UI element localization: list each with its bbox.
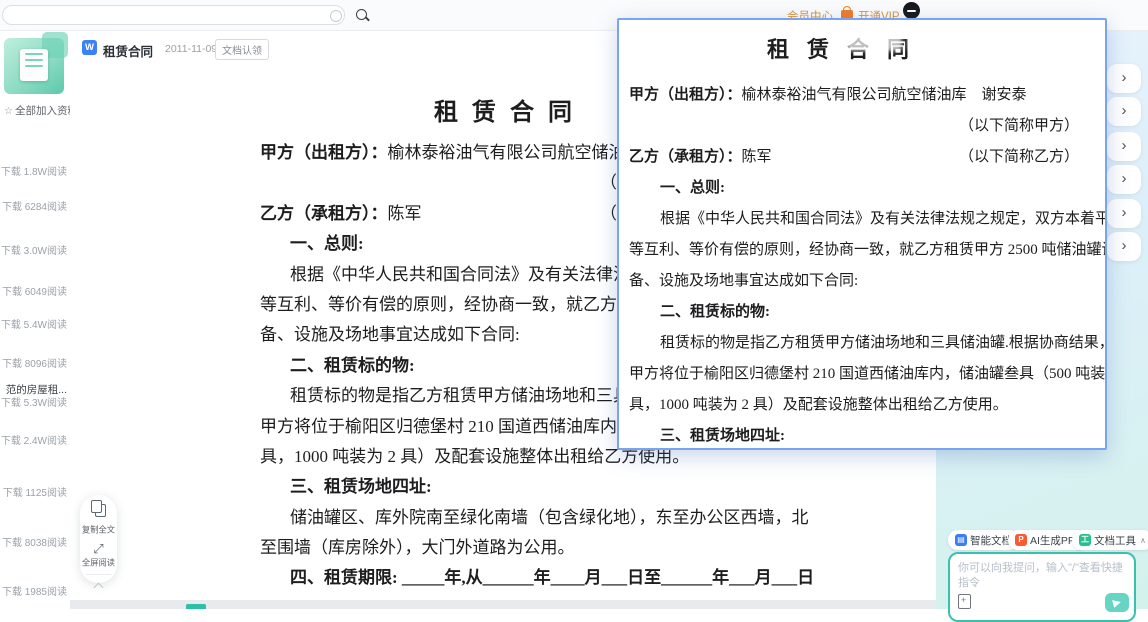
chevron-right-icon: ›: [1122, 102, 1127, 119]
doc-line: 备、设施及场地事宜达成如下合同:: [629, 266, 1101, 297]
chevron-right-icon: ›: [1122, 204, 1127, 221]
sidebar-doc-stats[interactable]: 下载 5.4W阅读: [1, 316, 67, 331]
smart-doc-label: 智能文档: [970, 533, 1012, 548]
sidebar-doc-stats[interactable]: 下载 2.4W阅读: [1, 432, 67, 447]
word-file-icon: W: [82, 40, 97, 55]
sidebar-doc-stats[interactable]: 下载 1.8W阅读: [1, 163, 67, 178]
suggestion-pill[interactable]: ›: [1107, 97, 1141, 126]
copy-fulltext-label: 复制全文: [81, 524, 115, 536]
assistant-input-placeholder: 你可以向我提问，输入"/"查看快捷指令: [958, 561, 1128, 591]
doc-tools-label: 文档工具: [1094, 533, 1136, 548]
doc-date: 2011-11-09: [165, 43, 217, 55]
overlay-doc-lines: 甲方（出租方）：榆林泰裕油气有限公司航空储油库 谢安泰（以下简称甲方）乙方（承租…: [629, 80, 1101, 450]
search-input[interactable]: [2, 5, 345, 25]
sidebar-doc-stats[interactable]: 下载 8096阅读: [2, 355, 67, 370]
sidebar-doc-stats[interactable]: 下载 5.3W阅读: [1, 394, 67, 409]
suggestion-pill[interactable]: ›: [1107, 232, 1141, 261]
collapse-chevron-icon[interactable]: [94, 583, 104, 593]
page-indicator-tab: [186, 604, 206, 609]
doc-line: 等互利、等价有偿的原则，经协商一致，就乙方租赁甲方 2500 吨储油罐设: [629, 235, 1101, 266]
sidebar-doc-stats[interactable]: 下载 1985阅读: [2, 583, 67, 598]
chevron-up-icon: ∧: [1140, 536, 1146, 545]
copy-icon: [95, 504, 106, 517]
user-avatar[interactable]: [903, 2, 920, 19]
tools-chip-icon: 工: [1079, 534, 1091, 546]
doc-line: 至围墙（库房除外），大门外道路为公用。: [260, 533, 860, 563]
sidebar-doc-stats[interactable]: 下载 1125阅读: [3, 484, 67, 499]
doc-line: （以下简称甲方）: [629, 111, 1101, 142]
doc-title: 租赁合同: [103, 41, 153, 60]
doc-line: 根据《中华人民共和国合同法》及有关法律法规之规定，双方本着平: [629, 204, 1101, 235]
zoom-preview-overlay: 租赁合同 甲方（出租方）：榆林泰裕油气有限公司航空储油库 谢安泰（以下简称甲方）…: [617, 18, 1107, 450]
doc-line: 甲方将位于榆阳区归德堡村 210 国道西储油库内，储油罐叁具（500 吨装 1: [629, 359, 1101, 390]
expand-icon: ⤢: [80, 542, 117, 556]
suggestion-pill[interactable]: ›: [1107, 132, 1141, 161]
divider: [86, 574, 111, 575]
fullscreen-read-button[interactable]: ⤢ 全屏阅读: [80, 542, 117, 569]
suggestion-pill[interactable]: ›: [1107, 199, 1141, 228]
doc-line: 乙方（承租方）：陈军（以下简称乙方）: [629, 142, 1101, 173]
chevron-right-icon: ›: [1122, 69, 1127, 86]
send-button[interactable]: [1105, 593, 1129, 612]
doc-line: 租赁标的物是指乙方租赁甲方储油场地和三具储油罐.根据协商结果，: [629, 328, 1101, 359]
doc-line: 储油罐区、库外院南至绿化南墙（包含绿化地），东至办公区西墙，北: [260, 503, 860, 533]
sidebar-doc-stats[interactable]: 下载 3.0W阅读: [1, 242, 67, 257]
suggestion-pill[interactable]: ›: [1107, 165, 1141, 194]
camera-search-icon[interactable]: [330, 10, 342, 22]
search-icon[interactable]: [356, 9, 367, 20]
chevron-right-icon: ›: [1122, 170, 1127, 187]
assistant-input[interactable]: 你可以向我提问，输入"/"查看快捷指令: [948, 552, 1136, 622]
related-docs-sidebar: ☆全部加入资料库 下载 1.8W阅读下载 6284阅读下载 3.0W阅读下载 6…: [0, 30, 71, 609]
sidebar-doc-stats[interactable]: 下载 6284阅读: [2, 198, 67, 213]
fullscreen-label: 全屏阅读: [81, 557, 115, 569]
sidebar-doc-list: 下载 1.8W阅读下载 6284阅读下载 3.0W阅读下载 6049阅读下载 5…: [0, 30, 70, 609]
doc-line: 一、总则:: [629, 173, 1101, 204]
suggestion-pill[interactable]: ›: [1107, 64, 1141, 93]
copy-fulltext-button[interactable]: 复制全文: [80, 495, 117, 536]
doc-tools-chip[interactable]: 工 文档工具 ∧: [1072, 530, 1148, 550]
doc-line: 甲方（出租方）：榆林泰裕油气有限公司航空储油库 谢安泰: [629, 80, 1101, 111]
doc-line: 具，1000 吨装为 2 具）及配套设施整体出租给乙方使用。: [629, 390, 1101, 421]
doc-claim-badge[interactable]: 文档认领: [215, 39, 269, 60]
overlay-page-title: 租赁合同: [619, 32, 1105, 64]
chevron-right-icon: ›: [1122, 137, 1127, 154]
sidebar-doc-stats[interactable]: 下载 8038阅读: [2, 534, 67, 549]
chevron-right-icon: ›: [1122, 237, 1127, 254]
reader-tools-toolbar: 复制全文 ⤢ 全屏阅读: [80, 495, 117, 583]
doc-line: 三、租赁场地四址:: [629, 421, 1101, 450]
sidebar-doc-stats[interactable]: 下载 6049阅读: [2, 283, 67, 298]
doc-line: 二、租赁标的物:: [629, 297, 1101, 328]
doc-chip-icon: ▤: [955, 534, 967, 546]
send-icon: [1112, 598, 1122, 608]
attach-file-icon[interactable]: [958, 594, 971, 609]
doc-line: 三、租赁场地四址:: [260, 472, 860, 502]
ppt-chip-icon: P: [1015, 534, 1027, 546]
doc-line: 四、租赁期限: _____年,从______年____月___日至______年…: [260, 563, 860, 593]
